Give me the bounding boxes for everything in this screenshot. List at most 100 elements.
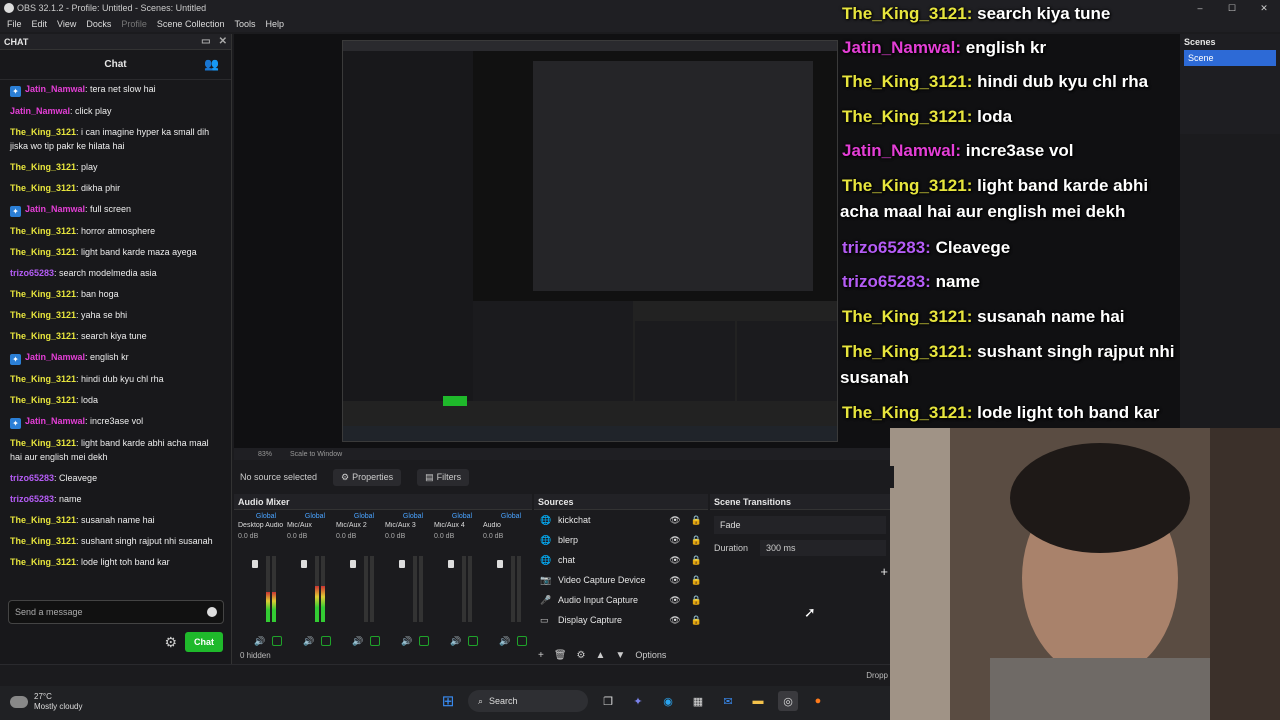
chat-settings-gear-icon[interactable]: ⚙ [164, 634, 177, 651]
taskbar-search[interactable]: ⌕ Search [468, 690, 588, 712]
source-item[interactable]: 🌐 kickchat 👁 🔒 [534, 510, 708, 530]
monitor-headphones-icon[interactable] [272, 636, 282, 646]
lock-icon[interactable]: 🔒 [691, 615, 702, 626]
monitor-headphones-icon[interactable] [370, 636, 380, 646]
source-options-button[interactable]: Options [635, 650, 666, 660]
chat-username[interactable]: The_King_3121 [10, 515, 76, 525]
users-icon[interactable]: 👥 [204, 57, 219, 71]
source-item[interactable]: 🌐 blerp 👁 🔒 [534, 530, 708, 550]
emoji-icon[interactable] [207, 607, 217, 617]
duration-input[interactable]: 300 ms [760, 540, 886, 556]
mail-icon[interactable]: ✉ [718, 691, 738, 711]
store-icon[interactable]: ▦ [688, 691, 708, 711]
menu-edit[interactable]: Edit [27, 19, 53, 29]
visibility-eye-icon[interactable]: 👁 [669, 535, 680, 546]
lock-icon[interactable]: 🔒 [691, 595, 702, 606]
menu-file[interactable]: File [2, 19, 27, 29]
chat-username[interactable]: trizo65283 [10, 473, 54, 483]
chat-username[interactable]: Jatin_Namwal [25, 416, 85, 426]
chat-username[interactable]: The_King_3121 [10, 127, 76, 137]
chat-username[interactable]: The_King_3121 [10, 183, 76, 193]
volume-slider-handle[interactable] [301, 560, 307, 568]
chat-username[interactable]: The_King_3121 [10, 395, 76, 405]
chat-message-list[interactable]: ✦ Jatin_Namwal: tera net slow hai Jatin_Na… [0, 80, 231, 569]
menu-profile[interactable]: Profile [116, 19, 152, 29]
monitor-headphones-icon[interactable] [321, 636, 331, 646]
chat-username[interactable]: The_King_3121 [10, 289, 76, 299]
scene-item[interactable]: Scene [1184, 50, 1276, 66]
monitor-headphones-icon[interactable] [468, 636, 478, 646]
lock-icon[interactable]: 🔒 [691, 555, 702, 566]
visibility-eye-icon[interactable]: 👁 [669, 615, 680, 626]
visibility-eye-icon[interactable]: 👁 [669, 595, 680, 606]
visibility-eye-icon[interactable]: 👁 [669, 575, 680, 586]
volume-slider-handle[interactable] [448, 560, 454, 568]
visibility-eye-icon[interactable]: 👁 [669, 555, 680, 566]
source-item[interactable]: 📷 Video Capture Device 👁 🔒 [534, 570, 708, 590]
volume-slider-handle[interactable] [497, 560, 503, 568]
source-item[interactable]: 🎤 Audio Input Capture 👁 🔒 [534, 590, 708, 610]
add-transition-icon[interactable]: + [880, 564, 888, 579]
chat-text: english kr [90, 352, 129, 362]
edge-icon[interactable]: ◉ [658, 691, 678, 711]
volume-slider-handle[interactable] [252, 560, 258, 568]
chat-username[interactable]: The_King_3121 [10, 331, 76, 341]
volume-slider-handle[interactable] [399, 560, 405, 568]
chat-username[interactable]: trizo65283 [10, 268, 54, 278]
transition-select[interactable]: Fade [714, 516, 886, 534]
chat-username[interactable]: The_King_3121 [10, 557, 76, 567]
maximize-button[interactable]: ☐ [1216, 0, 1248, 16]
menu-docks[interactable]: Docks [81, 19, 116, 29]
source-item[interactable]: ▭ Display Capture 👁 🔒 [534, 610, 708, 630]
chat-username[interactable]: The_King_3121 [10, 226, 76, 236]
move-down-icon[interactable]: ▼ [615, 650, 625, 661]
close-dock-icon[interactable]: ✕ [219, 36, 227, 47]
float-icon[interactable]: ▭ [201, 36, 210, 47]
menu-scene-collection[interactable]: Scene Collection [152, 19, 230, 29]
chat-input[interactable]: Send a message [8, 600, 224, 624]
chat-send-button[interactable]: Chat [185, 632, 223, 652]
teams-icon[interactable]: ✦ [628, 691, 648, 711]
source-item[interactable]: 🌐 chat 👁 🔒 [534, 550, 708, 570]
chat-username[interactable]: The_King_3121 [10, 438, 76, 448]
move-up-icon[interactable]: ▲ [596, 650, 606, 661]
menu-help[interactable]: Help [260, 19, 289, 29]
task-view-icon[interactable]: ❐ [598, 691, 618, 711]
chat-message: The_King_3121: hindi dub kyu chl rha [10, 374, 164, 384]
chat-username[interactable]: Jatin_Namwal [10, 106, 70, 116]
chat-username[interactable]: The_King_3121 [10, 374, 76, 384]
properties-button[interactable]: ⚙ Properties [333, 468, 402, 486]
visibility-eye-icon[interactable]: 👁 [669, 515, 680, 526]
close-button[interactable]: ✕ [1248, 0, 1280, 16]
filters-button[interactable]: ▤ Filters [417, 468, 470, 486]
chat-username[interactable]: The_King_3121 [10, 536, 76, 546]
menu-view[interactable]: View [52, 19, 81, 29]
obs-taskbar-icon[interactable]: ◎ [778, 691, 798, 711]
lock-icon[interactable]: 🔒 [691, 535, 702, 546]
volume-slider-handle[interactable] [350, 560, 356, 568]
minimize-button[interactable]: – [1184, 0, 1216, 16]
add-source-icon[interactable]: + [538, 650, 544, 661]
monitor-headphones-icon[interactable] [419, 636, 429, 646]
firefox-icon[interactable]: ● [808, 691, 828, 711]
chat-username[interactable]: The_King_3121 [10, 310, 76, 320]
monitor-headphones-icon[interactable] [517, 636, 527, 646]
zoom-level[interactable]: 83% [258, 451, 272, 458]
lock-icon[interactable]: 🔒 [691, 515, 702, 526]
source-type-icon: 📷 [540, 574, 552, 585]
source-settings-icon[interactable]: ⚙ [577, 650, 586, 661]
chat-username[interactable]: trizo65283 [10, 494, 54, 504]
weather-widget[interactable]: 27°C Mostly cloudy [10, 692, 82, 712]
remove-source-icon[interactable]: 🗑 [554, 650, 567, 661]
chat-username[interactable]: Jatin_Namwal [25, 84, 85, 94]
menu-tools[interactable]: Tools [229, 19, 260, 29]
chat-username[interactable]: The_King_3121 [10, 162, 76, 172]
scale-mode[interactable]: Scale to Window [290, 451, 342, 458]
chat-username[interactable]: The_King_3121 [10, 247, 76, 257]
file-explorer-icon[interactable]: ▬ [748, 691, 768, 711]
chat-username[interactable]: Jatin_Namwal [25, 204, 85, 214]
lock-icon[interactable]: 🔒 [691, 575, 702, 586]
chat-username[interactable]: Jatin_Namwal [25, 352, 85, 362]
windows-start-icon[interactable]: ⊞ [438, 691, 458, 711]
sources-list[interactable]: 🌐 kickchat 👁 🔒 🌐 blerp 👁 🔒 🌐 chat 👁 🔒 📷 Video Capture… [534, 510, 708, 630]
